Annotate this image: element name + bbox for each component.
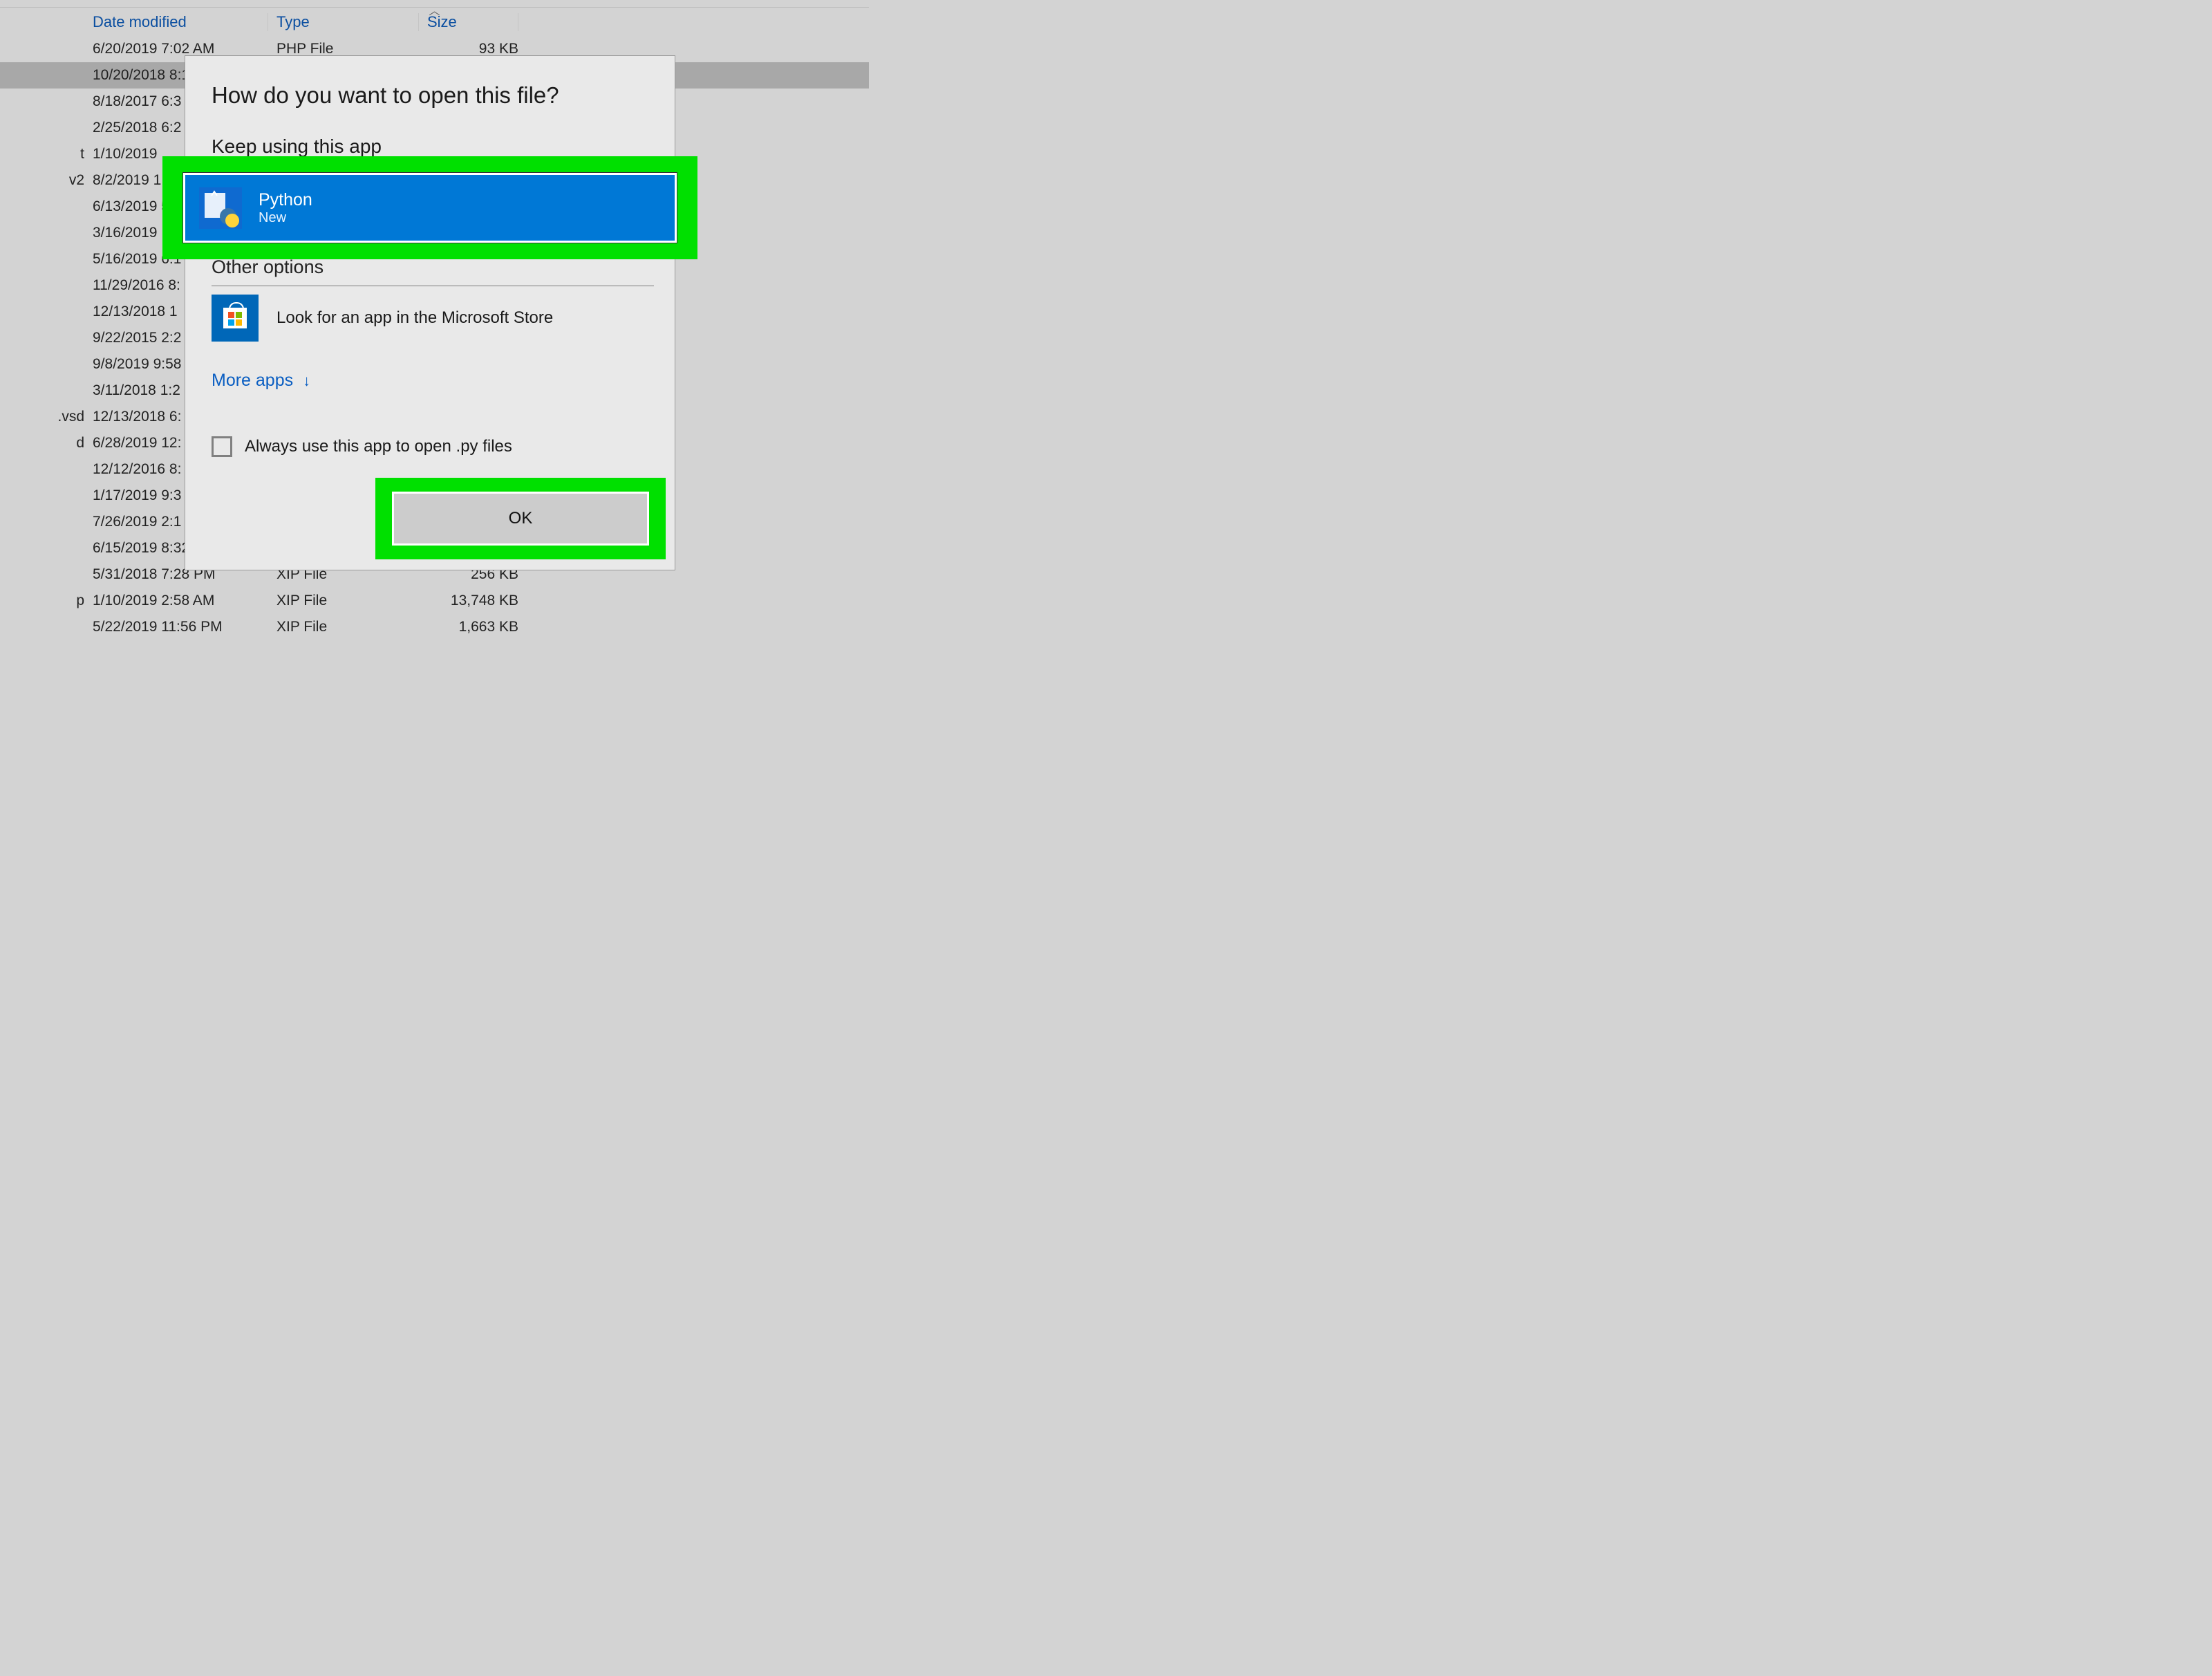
cell-size: 13,748 KB [419,593,518,609]
store-label: Look for an app in the Microsoft Store [276,308,553,328]
arrow-down-icon: ↓ [303,372,310,390]
cell-date: 5/22/2019 11:56 PM [84,619,268,635]
python-icon [199,187,242,229]
tutorial-highlight: OK [375,478,666,559]
cell-type: XIP File [268,619,419,635]
keep-using-label: Keep using this app [212,136,382,158]
cell-name: d [0,435,84,451]
app-option-python[interactable]: Python New [183,173,677,243]
cell-name: p [0,593,84,609]
always-use-label: Always use this app to open .py files [245,437,512,456]
table-row[interactable]: 5/22/2019 11:56 PMXIP File1,663 KB [0,614,869,640]
cell-name: t [0,146,84,162]
ms-store-icon [212,295,259,342]
cell-date: 1/10/2019 2:58 AM [84,593,268,609]
cell-name: v2 [0,172,84,189]
more-apps-label: More apps [212,371,293,391]
app-option-text: Python New [259,189,312,226]
dialog-title: How do you want to open this file? [212,82,559,109]
tutorial-highlight: Python New [162,156,697,259]
chevron-up-icon: ︿ [0,1,869,18]
app-option-store[interactable]: Look for an app in the Microsoft Store [212,295,553,342]
app-name: Python [259,189,312,210]
more-apps-link[interactable]: More apps ↓ [212,371,310,391]
always-use-checkbox[interactable] [212,436,232,457]
other-options-label: Other options [212,257,324,278]
cell-type: XIP File [268,593,419,609]
table-row[interactable]: p1/10/2019 2:58 AMXIP File13,748 KB [0,588,869,614]
app-subtitle: New [259,210,312,226]
cell-size: 1,663 KB [419,619,518,635]
always-use-row[interactable]: Always use this app to open .py files [212,436,512,457]
ok-button[interactable]: OK [392,492,649,546]
cell-name: .vsd [0,409,84,425]
open-with-dialog: How do you want to open this file? Keep … [185,55,675,570]
